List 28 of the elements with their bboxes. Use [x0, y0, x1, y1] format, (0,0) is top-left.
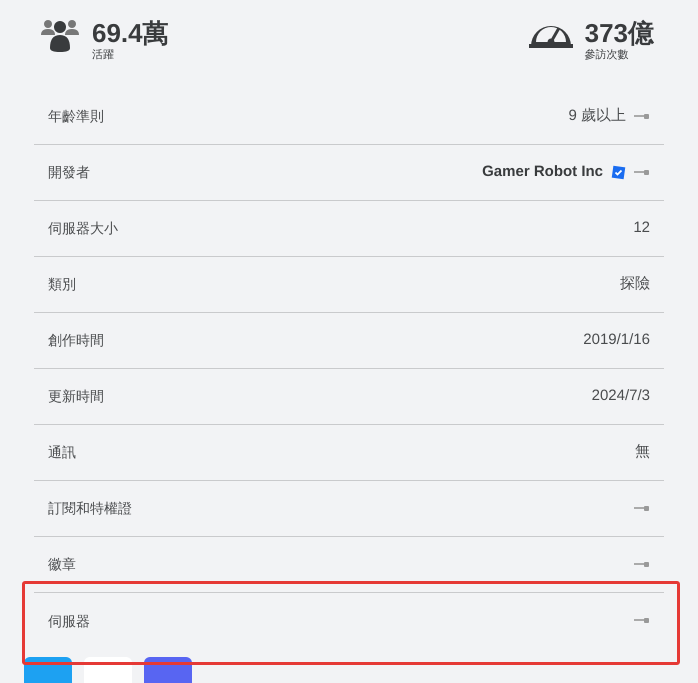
- pointer-icon[interactable]: [634, 504, 650, 512]
- detail-value: 探險: [620, 274, 650, 294]
- detail-value[interactable]: Gamer Robot Inc: [482, 161, 603, 184]
- pointer-icon[interactable]: [634, 617, 650, 625]
- pointer-icon[interactable]: [634, 168, 650, 176]
- stat-value: 69.4萬: [92, 18, 169, 48]
- stat-label: 活躍: [92, 48, 115, 62]
- detail-value: 2019/1/16: [583, 330, 650, 350]
- stat-label: 參訪次數: [584, 48, 630, 62]
- detail-label: 徽章: [48, 555, 76, 574]
- detail-label: 開發者: [48, 163, 90, 182]
- pointer-icon[interactable]: [634, 112, 650, 120]
- detail-label: 伺服器: [48, 612, 90, 630]
- detail-label: 類別: [48, 275, 76, 294]
- detail-value: 12: [633, 218, 650, 238]
- detail-label: 通訊: [48, 443, 76, 462]
- detail-label: 創作時間: [48, 331, 104, 350]
- stat-value: 373億: [584, 18, 654, 48]
- detail-value: 2024/7/3: [592, 386, 650, 406]
- gauge-icon: [528, 24, 573, 48]
- detail-value: 無: [635, 442, 650, 462]
- detail-value[interactable]: 9 歲以上: [568, 105, 626, 128]
- people-icon: [40, 18, 80, 52]
- detail-label: 伺服器大小: [48, 219, 118, 238]
- detail-label: 年齡準則: [48, 107, 104, 126]
- detail-label: 訂閱和特權證: [48, 499, 132, 518]
- pointer-icon[interactable]: [634, 560, 650, 568]
- detail-label: 更新時間: [48, 387, 104, 406]
